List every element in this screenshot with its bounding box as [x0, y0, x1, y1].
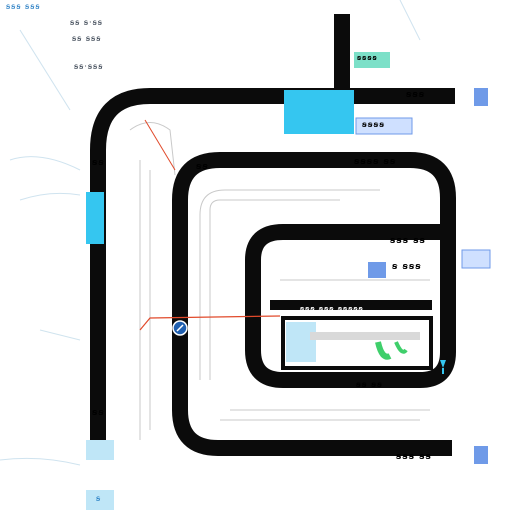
inner-bottom-label: ꞩꞩ ꞩꞩ: [356, 380, 383, 389]
top-left-header: ꞩꞩꞩ ꞩꞩꞩ: [6, 2, 41, 11]
inner-mid-label: ꞩꞩꞩ ꞩꞩꞩ ꞩꞩꞩꞩꞩ: [300, 305, 364, 313]
compass-node-icon[interactable]: [172, 320, 188, 336]
loop2-topleft-label: ꞩꞩ: [196, 162, 209, 172]
right-loop3-label: ꞩꞩꞩ ꞩꞩ: [390, 236, 426, 246]
inner-panel-bar: [310, 332, 420, 340]
inner-right-label: ꞩ ꞩꞩꞩ: [392, 262, 422, 272]
cyan-block-bottom-left: [86, 440, 114, 460]
left-low-label: ꞩꞩ: [92, 408, 105, 418]
signal-line-2: [144, 119, 176, 171]
main-tracks: [90, 14, 456, 456]
blue-chip-right-2[interactable]: [461, 249, 491, 269]
track-diagram: [0, 0, 491, 510]
blue-chip-right-3[interactable]: [474, 446, 488, 464]
right-loop2-label: ꞩꞩꞩꞩ ꞩꞩ: [354, 157, 397, 167]
legend-1: ꞩꞩ ꞩ·ꞩꞩ: [70, 18, 103, 27]
blue-chip-label: ꞩꞩꞩꞩ: [362, 120, 386, 129]
blue-chip-right-1[interactable]: [474, 88, 488, 106]
bottom-marker: ꞩ: [96, 494, 102, 503]
bottom-right-label: ꞩꞩꞩ ꞩꞩ: [396, 452, 432, 462]
legend-3: ꞩꞩ·ꞩꞩꞩ: [74, 62, 104, 71]
top-right-label-1: ꞩꞩꞩ: [406, 90, 426, 100]
inner-panel-strip: [286, 322, 316, 362]
legend-2: ꞩꞩ ꞩꞩꞩ: [72, 34, 102, 43]
teal-chip-label: ꞩꞩꞩꞩ: [357, 54, 378, 62]
cyan-block-left: [86, 192, 104, 244]
cyan-block-top: [284, 90, 354, 134]
blue-chip-inner[interactable]: [368, 262, 386, 278]
left-mid-label: ꞩꞩ: [92, 158, 105, 168]
